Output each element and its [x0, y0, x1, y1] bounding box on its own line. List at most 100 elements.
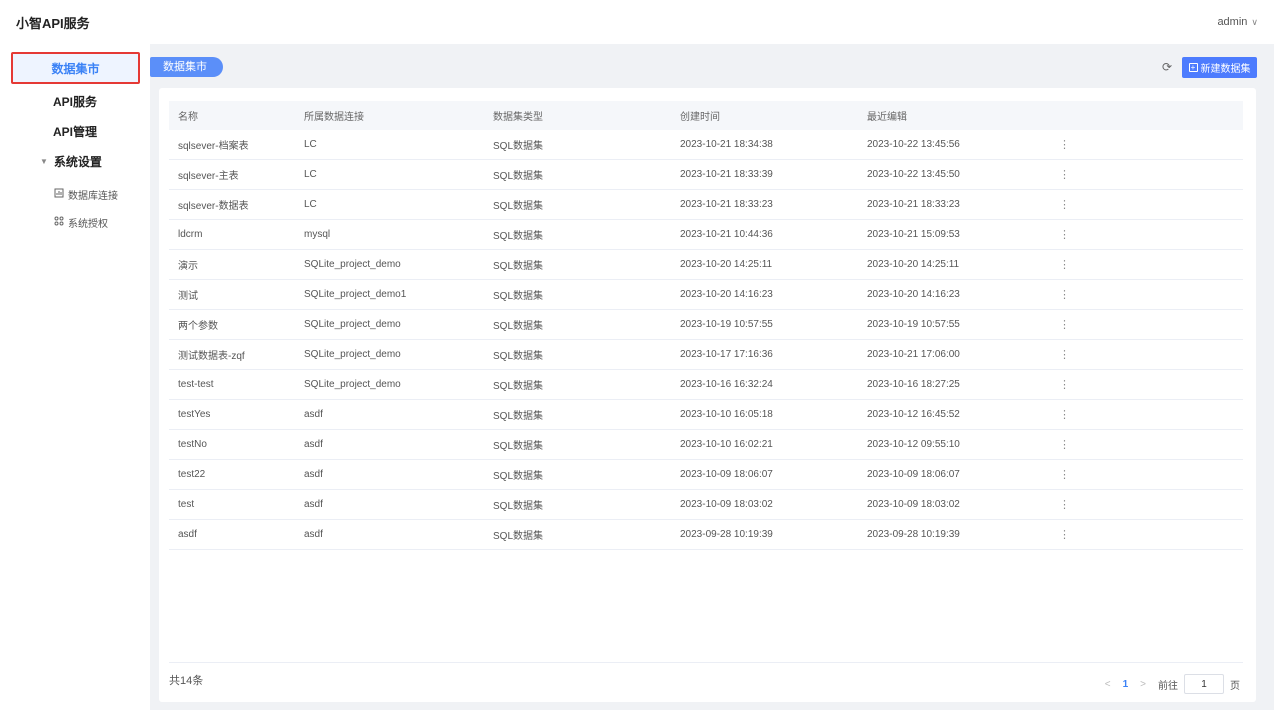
total-count: 共14条 [169, 675, 204, 687]
app-title: 小智API服务 [16, 15, 90, 31]
col-name-cell: sqlsever-主表 [178, 171, 239, 182]
table-row[interactable]: ldcrm mysql SQL数据集 2023-10-21 10:44:36 2023-… [169, 220, 1243, 250]
more-actions-icon[interactable]: ⋮ [1059, 198, 1119, 211]
col-created-cell: 2023-10-19 10:57:55 [680, 319, 773, 330]
col-connection-cell: SQLite_project_demo [304, 379, 401, 390]
col-type-cell: SQL数据集 [493, 411, 544, 422]
col-type-cell: SQL数据集 [493, 441, 544, 452]
col-type-cell: SQL数据集 [493, 291, 544, 302]
table-row[interactable]: sqlsever-主表 LC SQL数据集 2023-10-21 18:33:39 20… [169, 160, 1243, 190]
table-row[interactable]: sqlsever-数据表 LC SQL数据集 2023-10-21 18:33:23 2… [169, 190, 1243, 220]
col-name-header: 名称 [178, 112, 198, 123]
col-connection-cell: SQLite_project_demo1 [304, 289, 407, 300]
sidebar-item-api-service[interactable]: API服务 [0, 86, 150, 116]
more-actions-icon[interactable]: ⋮ [1059, 168, 1119, 181]
col-created-cell: 2023-10-10 16:02:21 [680, 439, 773, 450]
dataset-panel: 名称 所属数据连接 数据集类型 创建时间 最近编辑 sqlsever-档案表 LC… [159, 88, 1256, 702]
col-connection-cell: SQLite_project_demo [304, 319, 401, 330]
col-connection-cell: LC [304, 169, 317, 180]
sidebar-group-system-settings[interactable]: ▼ 系统设置 [0, 146, 150, 176]
new-dataset-button[interactable]: + 新建数据集 [1182, 57, 1257, 78]
col-created-cell: 2023-10-21 18:33:39 [680, 169, 773, 180]
col-type-cell: SQL数据集 [493, 231, 544, 242]
col-created-cell: 2023-10-21 18:33:23 [680, 199, 773, 210]
col-type-cell: SQL数据集 [493, 171, 544, 182]
more-actions-icon[interactable]: ⋮ [1059, 288, 1119, 301]
table-row[interactable]: test22 asdf SQL数据集 2023-10-09 18:06:07 2023-… [169, 460, 1243, 490]
col-connection-header: 所属数据连接 [304, 112, 364, 123]
col-connection-cell: SQLite_project_demo [304, 349, 401, 360]
next-page-button[interactable]: > [1140, 679, 1146, 690]
col-type-cell: SQL数据集 [493, 471, 544, 482]
col-name-cell: 测试 [178, 291, 198, 302]
col-edited-cell: 2023-10-21 15:09:53 [867, 229, 960, 240]
col-name-cell: asdf [178, 529, 197, 540]
col-created-cell: 2023-10-17 17:16:36 [680, 349, 773, 360]
col-connection-cell: asdf [304, 469, 323, 480]
col-type-cell: SQL数据集 [493, 501, 544, 512]
table-row[interactable]: sqlsever-档案表 LC SQL数据集 2023-10-21 18:34:38 2… [169, 130, 1243, 160]
table-row[interactable]: 两个参数 SQLite_project_demo SQL数据集 2023-10-19 … [169, 310, 1243, 340]
table-row[interactable]: 测试数据表-zqf SQLite_project_demo SQL数据集 2023-1… [169, 340, 1243, 370]
pagination: < 1 > 前往 页 [1105, 674, 1240, 694]
col-edited-cell: 2023-10-20 14:16:23 [867, 289, 960, 300]
col-connection-cell: asdf [304, 439, 323, 450]
table-row[interactable]: testYes asdf SQL数据集 2023-10-10 16:05:18 2023… [169, 400, 1243, 430]
table-row[interactable]: test-test SQLite_project_demo SQL数据集 2023-1… [169, 370, 1243, 400]
more-actions-icon[interactable]: ⋮ [1059, 438, 1119, 451]
col-type-cell: SQL数据集 [493, 351, 544, 362]
col-connection-cell: LC [304, 139, 317, 150]
col-edited-cell: 2023-10-22 13:45:50 [867, 169, 960, 180]
sidebar-item-data-market[interactable]: 数据集市 [11, 52, 140, 84]
more-actions-icon[interactable]: ⋮ [1059, 318, 1119, 331]
sidebar-item-system-auth[interactable]: 系统授权 [0, 208, 150, 236]
refresh-icon[interactable]: ⟳ [1162, 60, 1172, 74]
more-actions-icon[interactable]: ⋮ [1059, 258, 1119, 271]
more-actions-icon[interactable]: ⋮ [1059, 498, 1119, 511]
plus-icon: + [1188, 63, 1198, 72]
user-menu[interactable]: admin ∨ [1217, 16, 1258, 28]
goto-page: 前往 页 [1158, 674, 1240, 694]
goto-page-input[interactable] [1184, 674, 1224, 694]
table-row[interactable]: asdf asdf SQL数据集 2023-09-28 10:19:39 2023-09… [169, 520, 1243, 550]
col-created-cell: 2023-10-21 18:34:38 [680, 139, 773, 150]
more-actions-icon[interactable]: ⋮ [1059, 528, 1119, 541]
col-created-cell: 2023-10-20 14:16:23 [680, 289, 773, 300]
table-row[interactable]: test asdf SQL数据集 2023-10-09 18:03:02 2023-10… [169, 490, 1243, 520]
col-edited-cell: 2023-10-16 18:27:25 [867, 379, 960, 390]
more-actions-icon[interactable]: ⋮ [1059, 228, 1119, 241]
col-connection-cell: asdf [304, 529, 323, 540]
more-actions-icon[interactable]: ⋮ [1059, 378, 1119, 391]
more-actions-icon[interactable]: ⋮ [1059, 468, 1119, 481]
col-created-cell: 2023-10-09 18:03:02 [680, 499, 773, 510]
table-row[interactable]: 测试 SQLite_project_demo1 SQL数据集 2023-10-20 1… [169, 280, 1243, 310]
col-edited-cell: 2023-10-19 10:57:55 [867, 319, 960, 330]
chevron-down-icon: ∨ [1251, 16, 1258, 27]
col-created-cell: 2023-09-28 10:19:39 [680, 529, 773, 540]
sidebar-item-api-management[interactable]: API管理 [0, 116, 150, 146]
prev-page-button[interactable]: < [1105, 679, 1111, 690]
col-name-cell: testNo [178, 439, 207, 450]
col-type-cell: SQL数据集 [493, 201, 544, 212]
col-type-cell: SQL数据集 [493, 381, 544, 392]
col-connection-cell: asdf [304, 409, 323, 420]
more-actions-icon[interactable]: ⋮ [1059, 348, 1119, 361]
goto-label: 前往 [1158, 680, 1178, 692]
col-type-cell: SQL数据集 [493, 141, 544, 152]
dataset-table: 名称 所属数据连接 数据集类型 创建时间 最近编辑 sqlsever-档案表 LC… [169, 101, 1243, 550]
col-type-cell: SQL数据集 [493, 531, 544, 542]
more-actions-icon[interactable]: ⋮ [1059, 138, 1119, 151]
col-created-cell: 2023-10-09 18:06:07 [680, 469, 773, 480]
col-created-cell: 2023-10-21 10:44:36 [680, 229, 773, 240]
more-actions-icon[interactable]: ⋮ [1059, 408, 1119, 421]
col-edited-cell: 2023-10-22 13:45:56 [867, 139, 960, 150]
table-row[interactable]: testNo asdf SQL数据集 2023-10-10 16:02:21 2023-… [169, 430, 1243, 460]
page-1-button[interactable]: 1 [1123, 679, 1129, 690]
col-edited-header: 最近编辑 [867, 112, 907, 123]
col-type-cell: SQL数据集 [493, 261, 544, 272]
database-icon [54, 188, 64, 201]
sidebar-item-db-connection[interactable]: 数据库连接 [0, 180, 150, 208]
table-row[interactable]: 演示 SQLite_project_demo SQL数据集 2023-10-20 14… [169, 250, 1243, 280]
sidebar-item-label: 数据集市 [51, 61, 100, 76]
page-suffix: 页 [1230, 680, 1240, 692]
